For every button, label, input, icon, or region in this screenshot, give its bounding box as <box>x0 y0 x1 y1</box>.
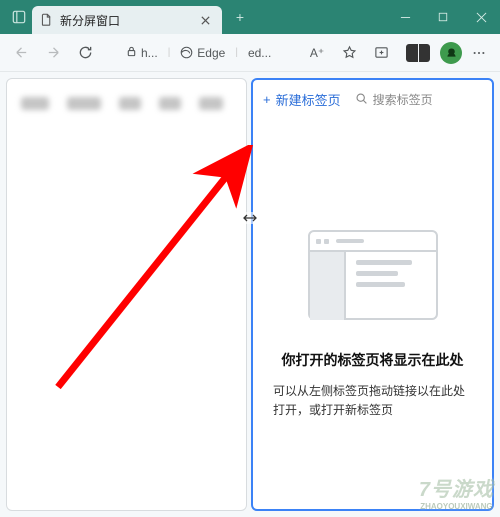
refresh-button[interactable] <box>70 38 100 68</box>
window-controls <box>386 0 500 34</box>
profile-avatar[interactable] <box>440 42 462 64</box>
back-button[interactable] <box>6 38 36 68</box>
edge-branding: Edge <box>180 46 225 60</box>
empty-illustration <box>308 230 438 320</box>
left-pane[interactable] <box>6 78 247 511</box>
favorite-button[interactable] <box>334 38 364 68</box>
minimize-button[interactable] <box>386 0 424 34</box>
forward-button[interactable] <box>38 38 68 68</box>
empty-title: 你打开的标签页将显示在此处 <box>267 350 478 370</box>
browser-toolbar: h... | Edge | ed... A⁺ <box>0 34 500 72</box>
browser-tab[interactable]: 新分屏窗口 <box>32 6 222 34</box>
separator: | <box>168 47 171 58</box>
maximize-button[interactable] <box>424 0 462 34</box>
separator: | <box>235 47 238 58</box>
empty-state: 你打开的标签页将显示在此处 可以从左侧标签页拖动链接以在此处打开，或打开新标签页 <box>253 230 492 420</box>
right-pane-header: + 新建标签页 搜索标签页 <box>253 80 492 119</box>
tab-close-icon[interactable] <box>200 13 214 27</box>
more-menu-button[interactable] <box>464 38 494 68</box>
ed-label: ed... <box>248 46 271 60</box>
search-placeholder: 搜索标签页 <box>373 91 433 108</box>
blurred-content <box>7 79 246 144</box>
tab-page-icon <box>40 13 54 27</box>
close-window-button[interactable] <box>462 0 500 34</box>
split-content: + 新建标签页 搜索标签页 <box>0 72 500 517</box>
plus-icon: + <box>263 92 271 107</box>
empty-description: 可以从左侧标签页拖动链接以在此处打开，或打开新标签页 <box>267 382 478 420</box>
collections-button[interactable] <box>366 38 396 68</box>
tab-actions-icon[interactable] <box>6 4 32 30</box>
tab-title: 新分屏窗口 <box>60 12 200 29</box>
reader-button[interactable]: A⁺ <box>302 38 332 68</box>
window-titlebar: 新分屏窗口 + <box>0 0 500 34</box>
new-tab-label: 新建标签页 <box>276 90 341 109</box>
split-divider-handle[interactable] <box>241 212 259 224</box>
new-tab-link[interactable]: + 新建标签页 <box>263 90 341 109</box>
lock-icon <box>126 46 137 60</box>
new-tab-button[interactable]: + <box>228 9 252 25</box>
split-screen-indicator[interactable] <box>406 44 430 62</box>
right-pane[interactable]: + 新建标签页 搜索标签页 <box>251 78 494 511</box>
address-bar-area[interactable]: h... | Edge | ed... <box>122 46 275 60</box>
search-icon <box>355 92 368 108</box>
address-text: h... <box>141 46 158 60</box>
tab-search-box[interactable]: 搜索标签页 <box>355 91 433 108</box>
